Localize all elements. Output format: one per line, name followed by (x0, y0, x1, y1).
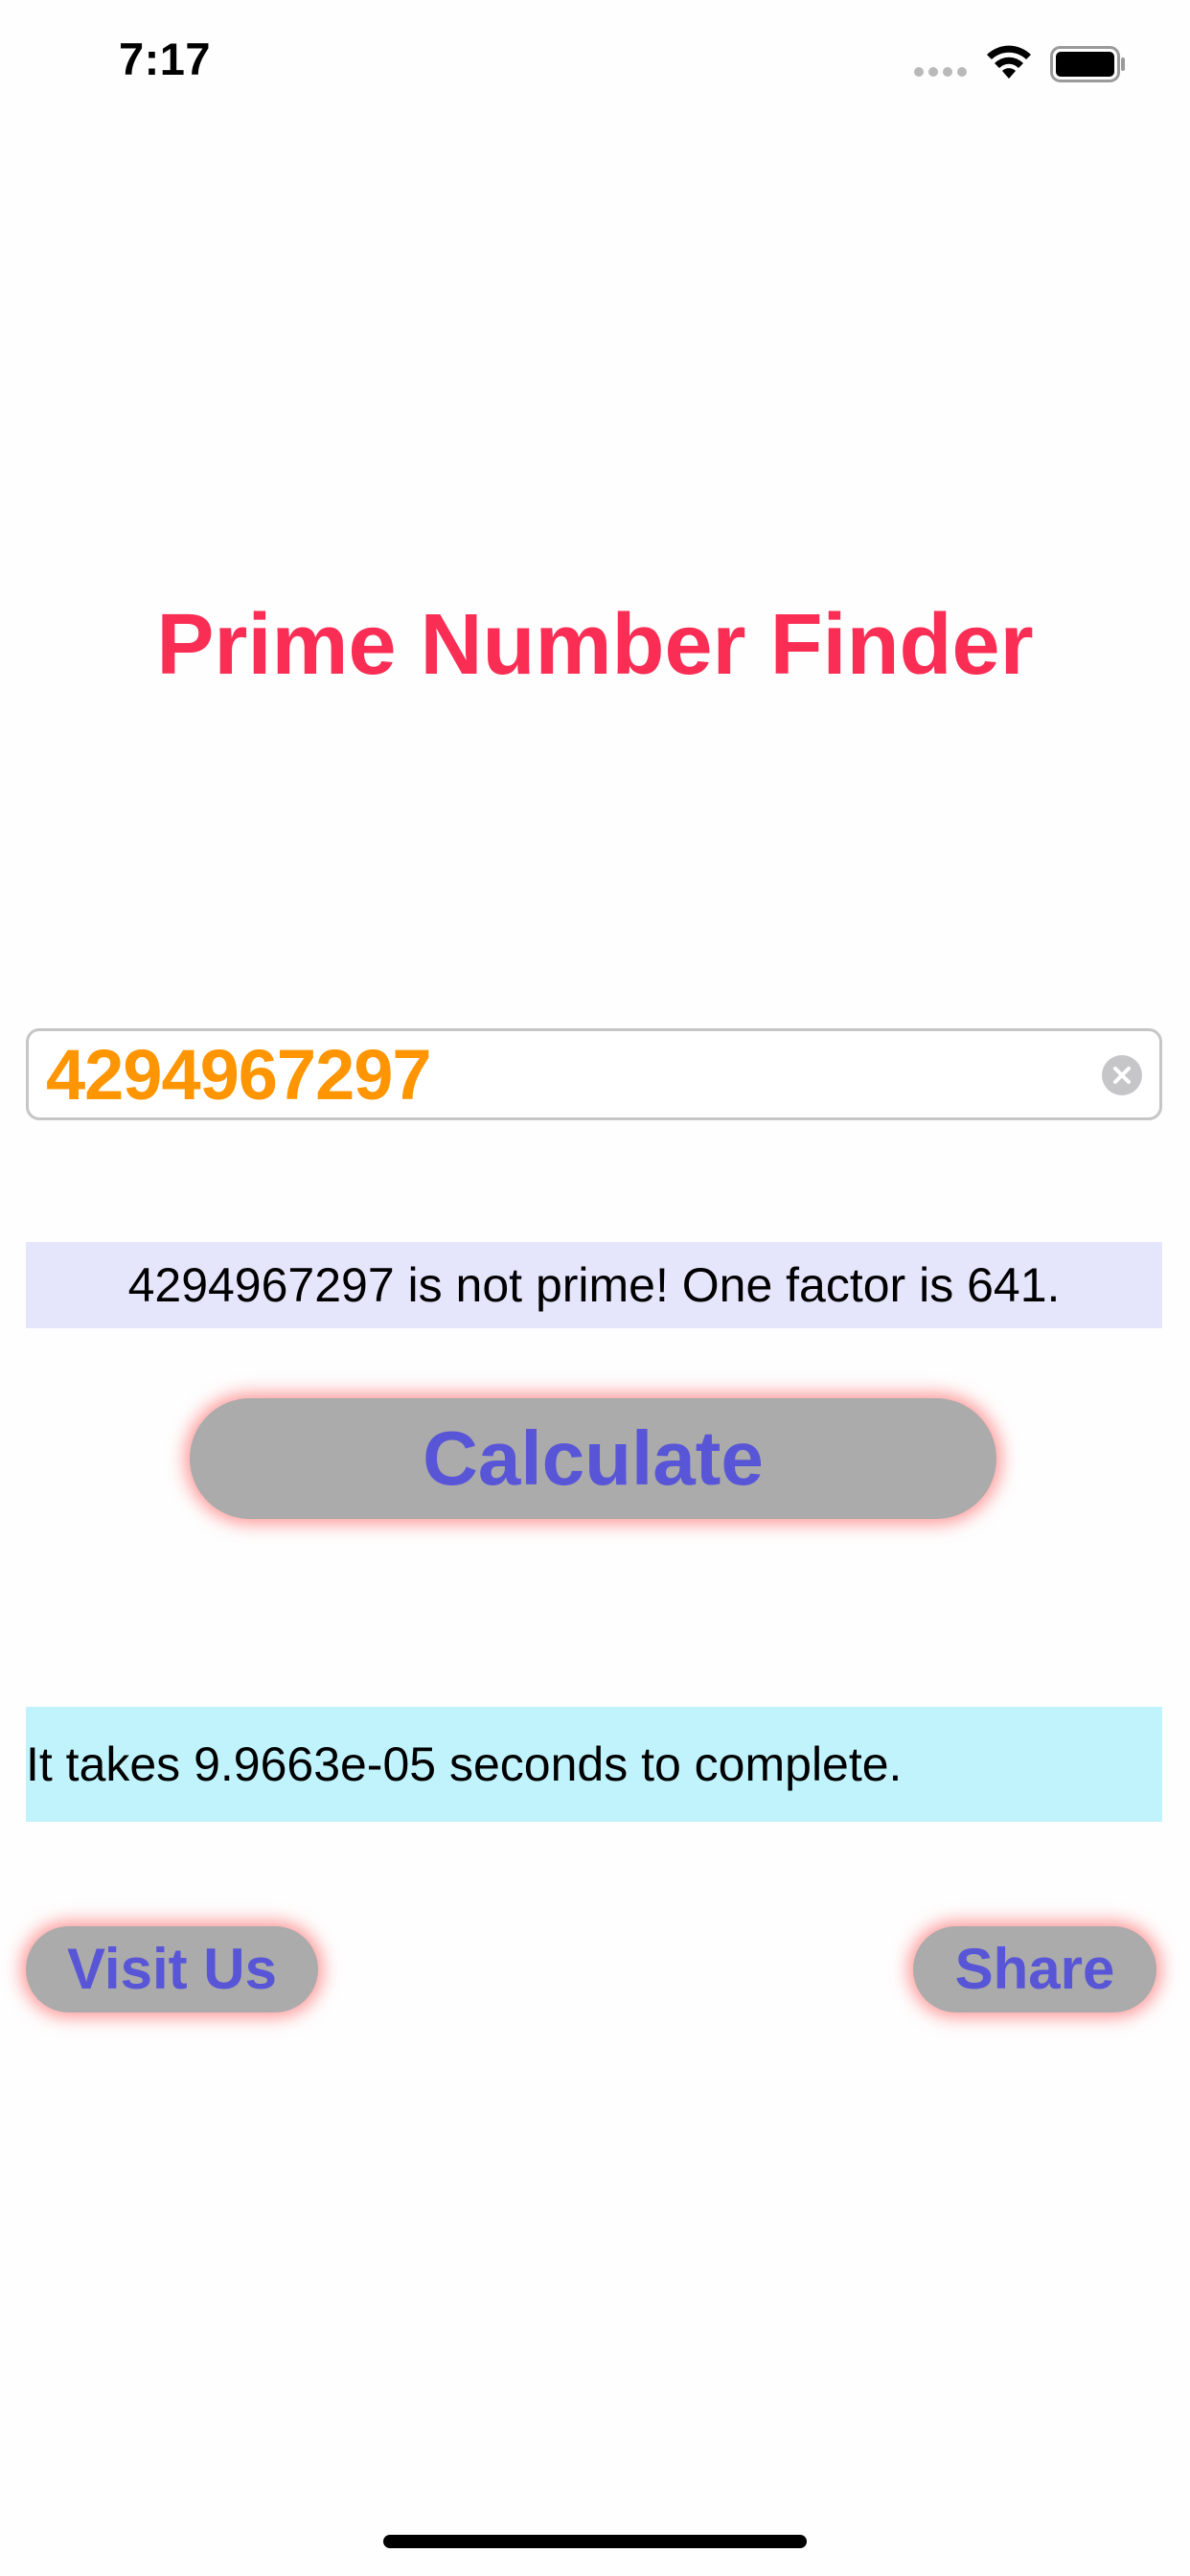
calculate-button[interactable]: Calculate (190, 1398, 996, 1519)
number-field[interactable] (26, 1028, 1162, 1120)
battery-icon (1050, 46, 1125, 82)
status-bar: 7:17 (0, 0, 1190, 126)
share-button[interactable]: Share (913, 1926, 1156, 2012)
status-time: 7:17 (119, 34, 212, 84)
home-indicator[interactable] (383, 2535, 807, 2548)
wifi-icon (987, 45, 1031, 79)
app-title: Prime Number Finder (156, 597, 1034, 693)
clear-x-circle-icon[interactable] (1102, 1055, 1142, 1095)
number-input[interactable] (46, 1031, 1081, 1117)
visit-us-button[interactable]: Visit Us (26, 1926, 318, 2012)
signal-dots-icon (914, 67, 967, 77)
timing-label: It takes 9.9663e-05 seconds to complete. (26, 1707, 1162, 1822)
result-label: 4294967297 is not prime! One factor is 6… (26, 1242, 1162, 1328)
